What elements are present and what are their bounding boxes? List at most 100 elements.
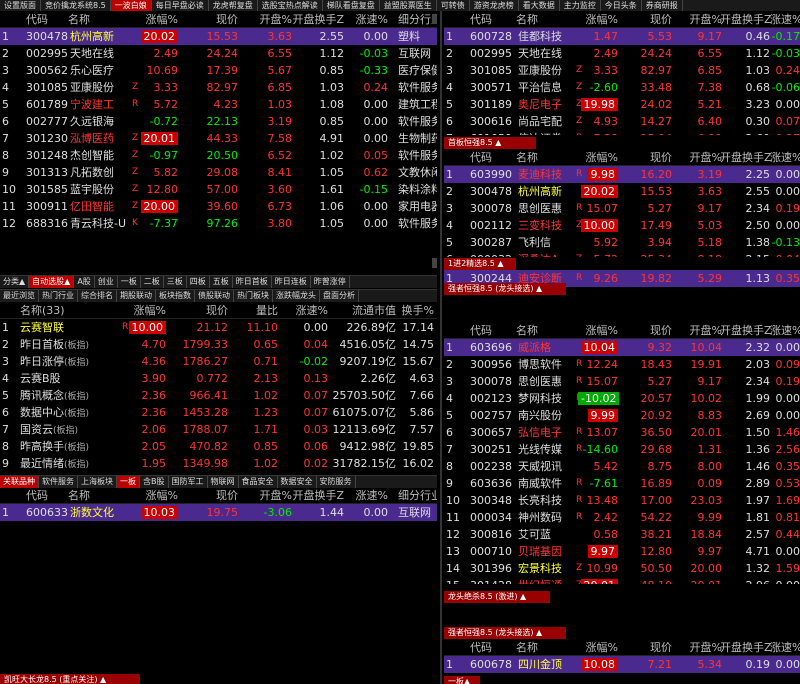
bar-tab[interactable]: 三板 [164, 276, 187, 288]
table-row[interactable]: 9 301313 凡拓数创 Z 5.82 29.08 8.41 1.05 0.62 文教休闲 [0, 164, 437, 181]
top-tab[interactable]: 梯队看盘复盘 [323, 0, 380, 11]
board-row[interactable]: 9 最近情绪(板指) 1.95 1349.98 1.02 0.02 31782.15亿 16.… [0, 455, 437, 472]
table-row[interactable]: 10 301585 蓝宇股份 Z 12.80 57.00 3.60 1.61 -0.15 染料涂料 [0, 181, 437, 198]
bottom-left-section-label[interactable]: 凯旺大长龙8.5 (重点关注) ▲ [0, 674, 140, 684]
table-row[interactable]: 3 300562 乐心医疗 10.69 17.39 5.67 0.85 -0.33 医疗保健 [0, 62, 437, 79]
board-row[interactable]: 7 国资云(板指) 2.06 1788.07 1.71 0.03 12113.69亿 7.57 [0, 421, 437, 438]
top-tab[interactable]: 选股宝热点解读 [258, 0, 323, 11]
top-tab[interactable]: 益盟股票医生 [380, 0, 437, 11]
table-row[interactable]: 8 002238 天威视讯 5.42 8.75 8.00 1.46 0.35 [444, 458, 800, 475]
top-tab[interactable]: 券商研报 [642, 0, 683, 11]
table-row[interactable]: 5 301189 奥尼电子 Z 19.98 24.02 5.21 3.23 0.00 [444, 96, 800, 113]
table-row[interactable]: 1 600633 浙数文化 10.03 19.75 -3.06 1.44 0.00 互联网 [0, 504, 437, 521]
bar-tab[interactable]: 四板 [187, 276, 210, 288]
table-row[interactable]: 1 300478 杭州高新 20.02 15.53 3.63 2.55 0.00 塑料 [0, 28, 437, 45]
top-tab[interactable]: 游资龙虎榜 [470, 0, 519, 11]
table-row[interactable]: 12 300816 艾可蓝 0.58 38.21 18.84 2.57 0.44 [444, 526, 800, 543]
table-row[interactable]: 6 300616 尚品宅配 Z 4.93 14.27 6.40 0.30 0.07 [444, 113, 800, 130]
table-row[interactable]: 14 301396 宏景科技 Z 10.99 50.50 20.00 1.32 1.59 [444, 560, 800, 577]
table-row[interactable]: 3 301085 亚康股份 Z 3.33 82.97 6.85 1.03 0.24 [444, 62, 800, 79]
board-row[interactable]: 3 昨日涨停(板指) 4.36 1786.27 0.71 -0.02 9207.19亿 15.… [0, 353, 437, 370]
top-tab[interactable]: 看大数据 [519, 0, 560, 11]
bar-tab[interactable]: 涨跌幅龙头 [273, 290, 320, 302]
top-tab[interactable]: 每日早盘必读 [152, 0, 209, 11]
table-row[interactable]: 1 600678 四川金顶 10.08 7.21 5.34 0.19 0.00 [444, 656, 800, 673]
table-row[interactable]: 2 300956 博思软件 R 12.24 18.43 19.91 2.03 0.09 [444, 356, 800, 373]
table-row[interactable]: 6 002777 久远银海 -0.72 22.13 3.19 0.85 0.00 软件服务 [0, 113, 437, 130]
table-row[interactable]: 13 000710 贝瑞基因 9.97 12.80 9.97 4.71 0.00 [444, 543, 800, 560]
bar-tab[interactable]: 综合排名 [78, 290, 117, 302]
top-tab[interactable]: 可转债 [437, 0, 470, 11]
bar-tab[interactable]: 最近浏览 [0, 290, 39, 302]
table-row[interactable]: 6000032深桑达AZ5.7225.348.182.150.04 [444, 251, 800, 257]
table-row[interactable]: 1 603990 麦迪科技 R 9.98 16.20 3.19 2.25 0.00 [444, 166, 800, 183]
table-row[interactable]: 2 002995 天地在线 2.49 24.24 6.55 1.12 -0.03 [444, 45, 800, 62]
left-scrollbar[interactable] [432, 14, 437, 24]
top-tab[interactable]: 今日头条 [601, 0, 642, 11]
table-row[interactable]: 4 301085 亚康股份 Z 3.33 82.97 6.85 1.03 0.24 软件服务 [0, 79, 437, 96]
section-label-first-board[interactable]: 首板恒强8.5 ▲ [444, 137, 536, 149]
table-row[interactable]: 7 300251 光线传媒 R -14.60 29.68 1.31 1.36 2.56 [444, 441, 800, 458]
left-scrollbar-bottom[interactable] [432, 258, 437, 268]
bar-tab[interactable]: 昨曾涨停 [311, 276, 350, 288]
bar-tab[interactable]: 期股联动 [117, 290, 156, 302]
bar-tab[interactable]: 分类▲ [0, 276, 30, 288]
bar-tab[interactable]: 二板 [141, 276, 164, 288]
board-row[interactable]: 5 腾讯概念(板指) 2.36 966.41 1.02 0.07 25703.50亿 7.66 [0, 387, 437, 404]
table-row[interactable]: 3 300078 思创医惠 R 15.07 5.27 9.17 2.34 0.19 [444, 200, 800, 217]
industry: 软件服务 [398, 217, 437, 230]
section-label-dragon-kill[interactable]: 龙头绝杀8.5 (激进) ▲ [444, 591, 550, 603]
table-row[interactable]: 6 300657 弘信电子 R 13.07 36.50 20.01 1.50 1.46 [444, 424, 800, 441]
table-row[interactable]: 5 002757 南兴股份 9.99 20.92 8.83 2.69 0.00 [444, 407, 800, 424]
bar-tab[interactable]: 一板 [118, 276, 141, 288]
bar-tab[interactable]: 创业 [95, 276, 118, 288]
table-row[interactable]: 4 002112 三变科技 Z 10.00 17.49 5.03 2.50 0.00 [444, 217, 800, 234]
bar-tab[interactable]: 热门行业 [39, 290, 78, 302]
bar-tab[interactable]: 昨日首板 [233, 276, 272, 288]
bar-tab[interactable]: 板块指数 [156, 290, 195, 302]
table-row[interactable]: 5 300287 飞利信 5.92 3.94 5.18 1.38 -0.13 [444, 234, 800, 251]
row-index: 3 [2, 64, 9, 77]
top-tab[interactable]: 设置版面 [0, 0, 41, 11]
table-row[interactable]: 2 300478 杭州高新 20.02 15.53 3.63 2.55 0.00 [444, 183, 800, 200]
bar-tab[interactable]: 自动选股▲ [29, 276, 75, 288]
top-tab[interactable]: 一波白娘 [110, 0, 152, 11]
board-row[interactable]: 8 昨高换手(板指) 2.05 470.82 0.85 0.06 9412.98亿 19.85 [0, 438, 437, 455]
bottom-right-section-label[interactable]: 一板▲ [444, 676, 480, 684]
table-row[interactable]: 1 603696 威派格 10.04 9.32 10.04 2.32 0.00 [444, 339, 800, 356]
board-row[interactable]: 4 云赛B股 3.90 0.772 2.13 0.13 2.26亿 4.63 [0, 370, 437, 387]
bar-tab[interactable]: A股 [74, 276, 95, 288]
table-row[interactable]: 10 300348 长亮科技 R 13.48 17.00 23.03 1.97 1.69 [444, 492, 800, 509]
bar-tab[interactable]: 热门板块 [234, 290, 273, 302]
bar-tab[interactable]: 盘面分析 [320, 290, 359, 302]
table-row[interactable]: 5 601789 宁波建工 R 5.72 4.23 1.03 1.08 0.00 建筑工程 [0, 96, 437, 113]
table-row[interactable]: 8 301248 杰创智能 Z -0.97 20.50 6.52 1.02 0.05 软件服务 [0, 147, 437, 164]
price: 54.22 [640, 511, 673, 524]
table-row[interactable]: 2 002995 天地在线 2.49 24.24 6.55 1.12 -0.03 互联网 [0, 45, 437, 62]
top-tab[interactable]: 主力监控 [560, 0, 601, 11]
top-tab[interactable]: 龙虎帮复盘 [209, 0, 258, 11]
board-row[interactable]: 2 昨日首板(板指) 4.70 1799.33 0.65 0.04 4516.05亿 14.7… [0, 336, 437, 353]
bar-tab[interactable]: 五板 [210, 276, 233, 288]
table-row[interactable]: 9 603636 南威软件 R -7.61 16.89 0.09 2.89 0.53 [444, 475, 800, 492]
table-row[interactable]: 11 300911 亿田智能 Z 20.00 39.60 6.73 1.06 0.00 家用电器 [0, 198, 437, 215]
table-row[interactable]: 1 600728 佳都科技 1.47 5.53 9.17 0.46 -0.17 [444, 28, 800, 45]
bar-tab[interactable]: 债股联动 [195, 290, 234, 302]
table-row[interactable]: 7 301230 泓博医药 Z 20.01 44.33 7.58 4.91 0.00 生物制药 [0, 130, 437, 147]
table-row[interactable]: 12 688316 青云科技-U K -7.37 97.26 3.80 1.05 0.00 软件服… [0, 215, 437, 232]
change-value: 10.04 [580, 341, 618, 354]
section-label-1to2[interactable]: 1进2精选8.5 ▲ [444, 258, 516, 270]
table-row[interactable]: 7601059信达证券R7.2815.046.992.600.27 [444, 130, 800, 135]
bar-tab[interactable]: 昨日连板 [272, 276, 311, 288]
section-label-strong-2[interactable]: 强者恒强8.5 (龙头接选) ▲ [444, 627, 566, 639]
table-row[interactable]: 11 000034 神州数码 R 2.42 54.22 9.99 1.81 0.81 [444, 509, 800, 526]
section-label-strong[interactable]: 强者恒强8.5 (龙头接选) ▲ [444, 283, 566, 295]
table-row[interactable]: 3 300078 思创医惠 R 15.07 5.27 9.17 2.34 0.19 [444, 373, 800, 390]
table-row[interactable]: 4 300571 平治信息 Z -2.60 33.48 7.38 0.68 -0.06 [444, 79, 800, 96]
board-row[interactable]: 6 数据中心(板指) 2.36 1453.28 1.23 0.07 61075.07亿 5.8… [0, 404, 437, 421]
table-row[interactable]: 4002123梦网科技R-10.0220.5710.021.990.00 [444, 390, 800, 407]
top-tab[interactable]: 竞价擒龙系统8.5 [41, 0, 111, 11]
open-percent: 8.83 [697, 409, 723, 422]
board-row[interactable]: 1 云赛智联 R 10.00 21.12 11.10 0.00 226.89亿 17.14 [0, 319, 437, 336]
table-row[interactable]: 15301428世纪恒通Z20.0148.1020.012.960.00 [444, 577, 800, 584]
